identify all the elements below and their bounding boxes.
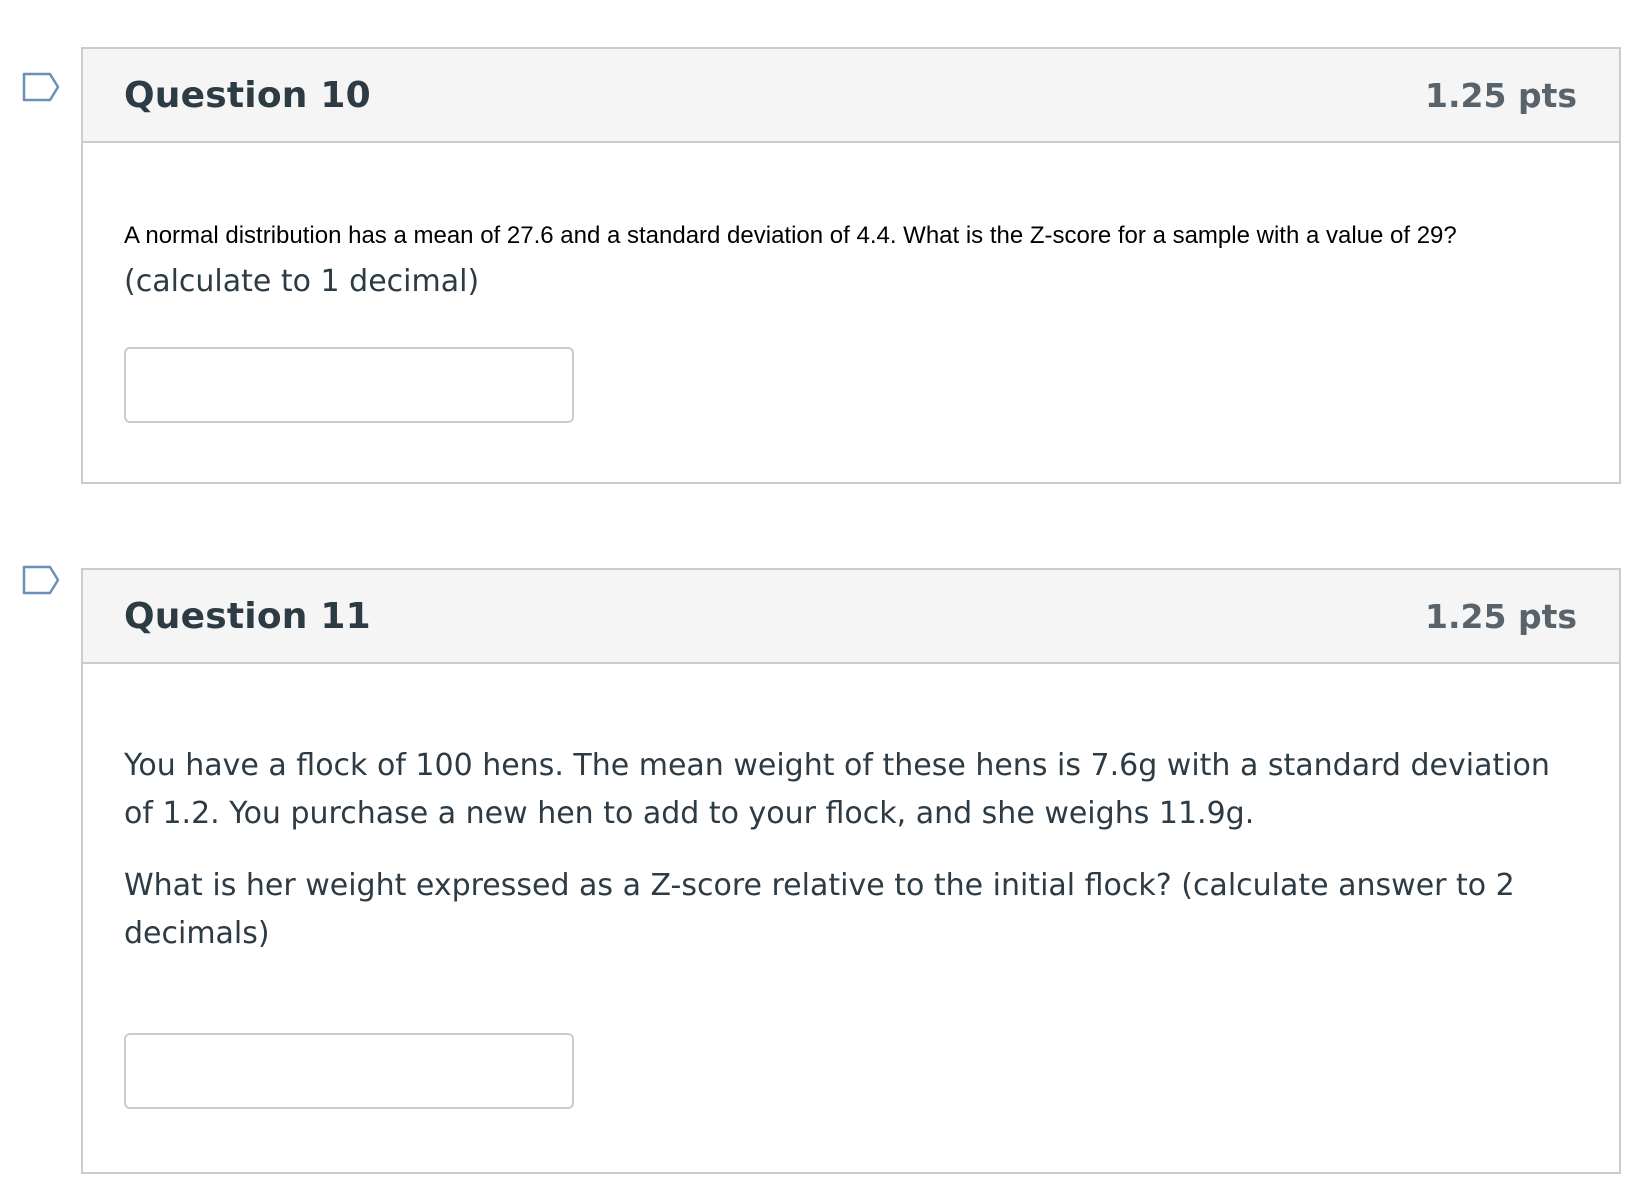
question-10: Question 10 1.25 pts A normal distributi… <box>81 47 1621 484</box>
question-header: Question 10 1.25 pts <box>83 49 1619 143</box>
question-body: A normal distribution has a mean of 27.6… <box>83 143 1619 423</box>
answer-input[interactable] <box>124 1033 574 1109</box>
question-title: Question 10 <box>124 74 371 116</box>
question-header: Question 11 1.25 pts <box>83 570 1619 664</box>
question-points: 1.25 pts <box>1425 596 1577 636</box>
question-text-suffix: (calculate to 1 decimal) <box>124 264 480 299</box>
question-paragraph: You have a flock of 100 hens. The mean w… <box>124 748 1550 831</box>
question-paragraph: What is her weight expressed as a Z-scor… <box>124 868 1515 951</box>
question-11: Question 11 1.25 pts You have a flock of… <box>81 568 1621 1174</box>
question-body: You have a flock of 100 hens. The mean w… <box>83 664 1619 1109</box>
question-points: 1.25 pts <box>1425 75 1577 115</box>
flag-question-11-icon[interactable] <box>22 565 60 595</box>
question-title: Question 11 <box>124 595 371 637</box>
question-text-main: A normal distribution has a mean of 27.6… <box>124 222 1457 249</box>
answer-input[interactable] <box>124 347 574 423</box>
question-text: A normal distribution has a mean of 27.6… <box>124 143 1578 307</box>
flag-question-10-icon[interactable] <box>22 72 60 102</box>
